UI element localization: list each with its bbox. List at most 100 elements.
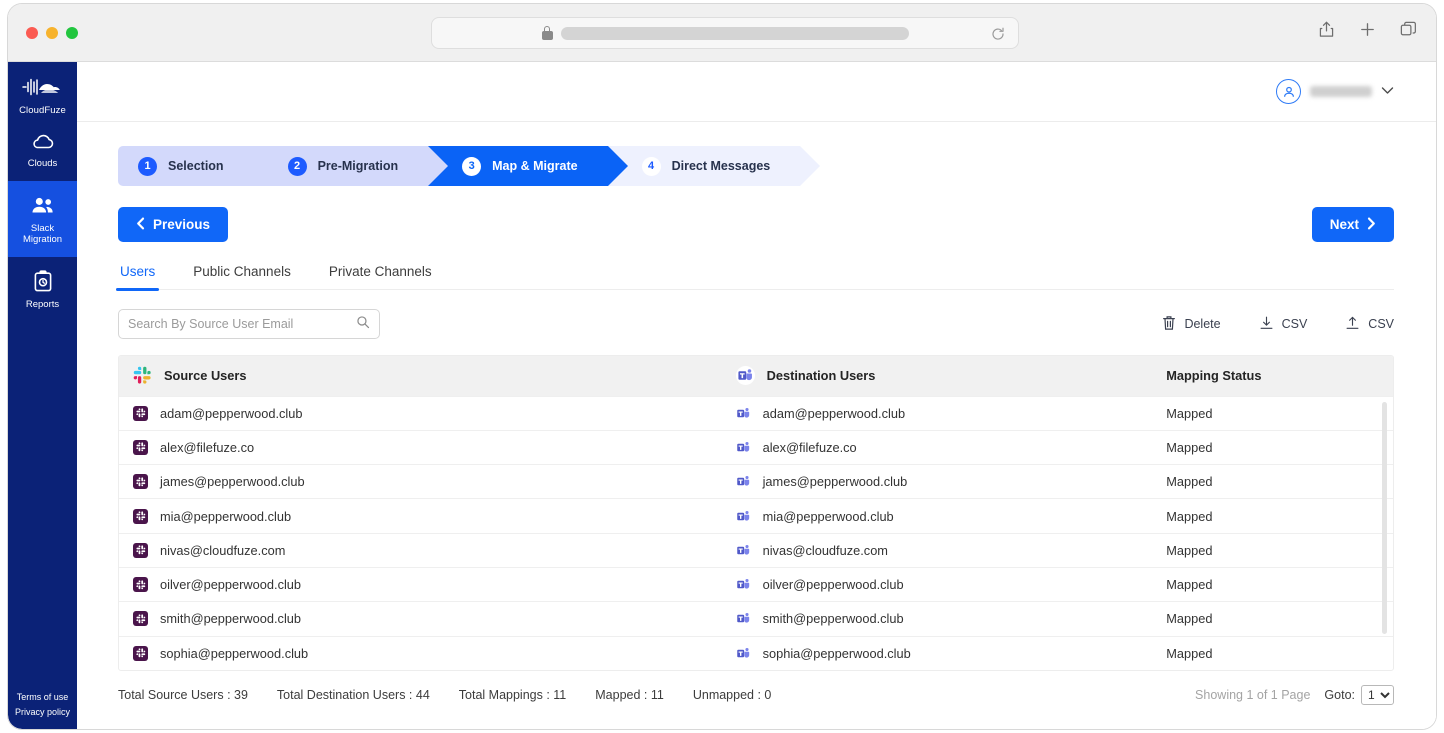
- delete-button-label: Delete: [1184, 317, 1221, 331]
- sidebar-item-clouds[interactable]: Clouds: [8, 116, 77, 181]
- teams-row-icon: [736, 509, 751, 524]
- cell-mapping-status: Mapped: [1152, 532, 1393, 568]
- table-row[interactable]: mia@pepperwood.club mia@pepperwood.club Ma…: [119, 498, 1393, 534]
- goto-label: Goto:: [1324, 688, 1355, 703]
- migration-stepper: 1 Selection 2 Pre-Migration 3 Map & Migr…: [118, 146, 1436, 186]
- destination-user-email: james@pepperwood.club: [762, 474, 908, 490]
- next-button-label: Next: [1329, 217, 1359, 232]
- reload-icon[interactable]: [990, 26, 1006, 46]
- slack-row-icon: [133, 439, 148, 455]
- table-row[interactable]: smith@pepperwood.club smith@pepperwood.cl…: [119, 601, 1393, 637]
- teams-row-icon: [736, 646, 751, 661]
- url-text-redacted: [560, 26, 909, 40]
- cell-mapping-status: Mapped: [1152, 635, 1393, 671]
- sidebar-item-label-line2: Migration: [22, 234, 63, 245]
- upload-icon: [1345, 315, 1360, 334]
- upload-csv-button[interactable]: CSV: [1345, 315, 1394, 334]
- tab-public-channels[interactable]: Public Channels: [191, 264, 293, 289]
- table-row[interactable]: alex@filefuze.co alex@filefuze.co Mapped: [119, 429, 1393, 465]
- sidebar-item-slack-migration[interactable]: Slack Migration: [8, 180, 77, 257]
- account-menu[interactable]: [1276, 79, 1394, 104]
- slack-row-icon: [133, 577, 148, 593]
- step-selection[interactable]: 1 Selection: [118, 146, 274, 186]
- table-header-row: Source Users Destination Users Mapping S…: [119, 356, 1393, 396]
- address-bar[interactable]: [431, 17, 1019, 49]
- destination-user-email: oilver@pepperwood.club: [762, 577, 904, 593]
- download-csv-button[interactable]: CSV: [1259, 315, 1307, 334]
- stat-total-destination-users: Total Destination Users : 44: [276, 688, 430, 703]
- privacy-policy-link[interactable]: Privacy policy: [8, 705, 77, 720]
- cell-mapping-status: Mapped: [1152, 429, 1393, 465]
- application: CloudFuze Clouds Slack Migration Reports…: [8, 62, 1436, 729]
- toolbar-actions: Delete CSV CSV: [1162, 315, 1394, 334]
- search-input[interactable]: [128, 317, 356, 331]
- source-user-email: sophia@pepperwood.club: [160, 645, 309, 661]
- main-content: 1 Selection 2 Pre-Migration 3 Map & Migr…: [77, 62, 1436, 729]
- cell-destination-user: adam@pepperwood.club: [721, 395, 1153, 431]
- teams-row-icon: [736, 543, 751, 558]
- pagination: Showing 1 of 1 Page Goto: 1: [1195, 685, 1394, 706]
- tab-users[interactable]: Users: [115, 264, 160, 291]
- slack-row-icon: [133, 645, 148, 661]
- cell-destination-user: oilver@pepperwood.club: [721, 566, 1153, 602]
- maximize-window-button[interactable]: [66, 27, 78, 39]
- cell-source-user: sophia@pepperwood.club: [119, 635, 722, 671]
- table-scrollbar[interactable]: [1382, 398, 1390, 667]
- tab-overview-icon[interactable]: [1399, 20, 1418, 44]
- step-direct-messages[interactable]: 4 Direct Messages: [607, 146, 820, 186]
- table-row[interactable]: sophia@pepperwood.club sophia@pepperwood.…: [119, 635, 1393, 671]
- cell-source-user: nivas@cloudfuze.com: [119, 532, 722, 568]
- source-user-email: alex@filefuze.co: [160, 439, 255, 455]
- browser-window: CloudFuze Clouds Slack Migration Reports…: [8, 4, 1436, 729]
- table-scrollbar-thumb[interactable]: [1382, 402, 1387, 634]
- table-toolbar: Delete CSV: [118, 309, 1394, 339]
- minimize-window-button[interactable]: [46, 27, 58, 39]
- search-icon[interactable]: [356, 315, 370, 334]
- chevron-down-icon[interactable]: [1381, 86, 1394, 98]
- stat-total-mappings: Total Mappings : 11: [458, 688, 567, 703]
- terms-of-use-link[interactable]: Terms of use: [8, 690, 77, 705]
- column-header-mapping-status: Mapping Status: [1152, 356, 1393, 396]
- cell-destination-user: mia@pepperwood.club: [721, 498, 1153, 534]
- cell-destination-user: james@pepperwood.club: [721, 464, 1153, 499]
- destination-user-email: nivas@cloudfuze.com: [762, 542, 888, 558]
- table-row[interactable]: oilver@pepperwood.club oilver@pepperwood.…: [119, 566, 1393, 602]
- cell-mapping-status: Mapped: [1152, 395, 1393, 431]
- next-button[interactable]: Next: [1311, 207, 1394, 242]
- account-name: [1310, 86, 1372, 97]
- column-header-source-users-label: Source Users: [164, 368, 247, 384]
- tab-private-channels[interactable]: Private Channels: [327, 264, 434, 289]
- table-row[interactable]: adam@pepperwood.club adam@pepperwood.club…: [119, 395, 1393, 431]
- search-box[interactable]: [118, 309, 380, 339]
- cell-source-user: alex@filefuze.co: [119, 429, 722, 465]
- table-row[interactable]: james@pepperwood.club james@pepperwood.cl…: [119, 464, 1393, 499]
- mapping-table: Source Users Destination Users Mapping S…: [118, 355, 1394, 672]
- upload-csv-label: CSV: [1368, 317, 1394, 331]
- previous-button[interactable]: Previous: [118, 207, 229, 242]
- address-bar-content: [432, 18, 1018, 48]
- destination-user-email: smith@pepperwood.club: [762, 611, 904, 627]
- goto-page-select[interactable]: 1: [1361, 685, 1394, 706]
- step-pre-migration[interactable]: 2 Pre-Migration: [253, 146, 448, 186]
- slack-row-icon: [133, 542, 148, 558]
- step-number: 3: [462, 156, 482, 176]
- table-row[interactable]: nivas@cloudfuze.com nivas@cloudfuze.com Ma…: [119, 532, 1393, 568]
- source-user-email: james@pepperwood.club: [160, 474, 305, 490]
- slack-row-icon: [133, 474, 148, 490]
- column-header-destination-users-label: Destination Users: [766, 368, 876, 384]
- sidebar-item-label: Slack Migration: [10, 223, 75, 246]
- destination-user-email: sophia@pepperwood.club: [762, 645, 911, 661]
- destination-user-email: adam@pepperwood.club: [762, 405, 906, 421]
- delete-button[interactable]: Delete: [1162, 315, 1221, 334]
- close-window-button[interactable]: [26, 27, 38, 39]
- share-icon[interactable]: [1317, 20, 1336, 44]
- step-map-and-migrate[interactable]: 3 Map & Migrate: [428, 146, 629, 186]
- new-tab-icon[interactable]: [1358, 20, 1377, 44]
- table-footer: Total Source Users : 39 Total Destinatio…: [118, 685, 1394, 706]
- sidebar-item-reports[interactable]: Reports: [8, 257, 77, 322]
- trash-icon: [1162, 315, 1176, 334]
- step-label: Direct Messages: [671, 159, 771, 173]
- source-user-email: nivas@cloudfuze.com: [160, 542, 286, 558]
- cell-source-user: oilver@pepperwood.club: [119, 566, 722, 602]
- chevron-right-icon: [1367, 217, 1376, 233]
